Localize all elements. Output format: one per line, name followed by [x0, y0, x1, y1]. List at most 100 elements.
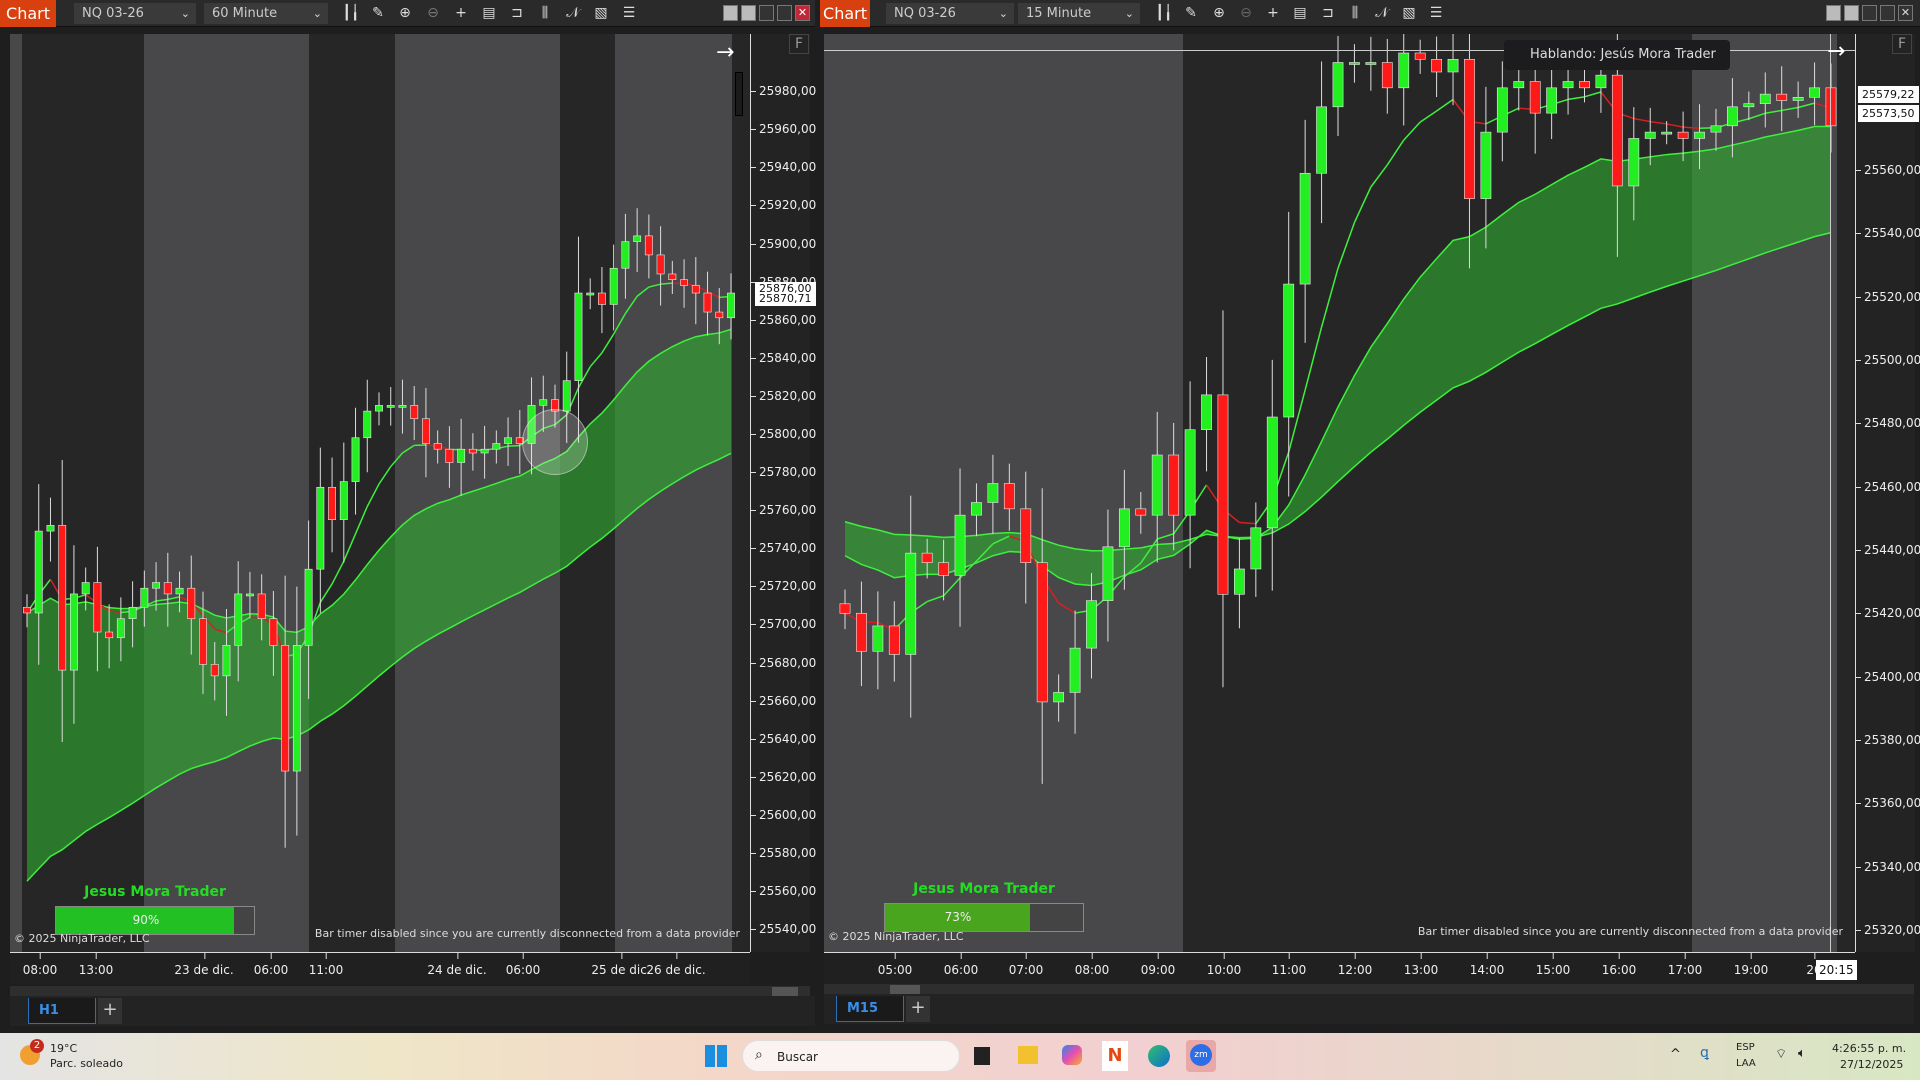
add-tab-button[interactable]: + — [98, 998, 122, 1024]
fit-button[interactable]: F — [1892, 34, 1912, 54]
time-tick-label: 14:00 — [1470, 963, 1505, 977]
link-icon[interactable] — [1844, 5, 1859, 21]
bar-timer-message: Bar timer disabled since you are current… — [1418, 925, 1843, 938]
left-chart-menu-button[interactable]: Chart — [0, 0, 56, 27]
strategies-icon[interactable]: 𝒩 — [562, 3, 584, 24]
pencil-icon[interactable]: ✎ — [367, 3, 389, 24]
link-icon[interactable] — [723, 5, 738, 21]
price-tick-label: 25500,00 — [1864, 353, 1920, 367]
close-button[interactable]: ✕ — [1898, 5, 1913, 21]
windows-start-icon[interactable] — [705, 1045, 727, 1067]
minimize-button[interactable] — [1862, 5, 1877, 21]
ema-fast-segment — [1322, 268, 1338, 327]
time-tick-label: 06:00 — [944, 963, 979, 977]
zoom-app-icon[interactable]: zm — [1186, 1040, 1216, 1072]
maximize-button[interactable] — [1880, 5, 1895, 21]
weather-desc[interactable]: Parc. soleado — [50, 1057, 123, 1070]
candle-down — [856, 613, 866, 651]
pen-icon[interactable]: ꝗ — [1700, 1045, 1709, 1061]
language-2[interactable]: LAA — [1736, 1058, 1756, 1069]
wifi-icon[interactable]: ⌔ — [1775, 1046, 1787, 1062]
right-chart-menu-button[interactable]: Chart — [820, 0, 870, 27]
candle-up — [317, 487, 324, 569]
volume-icon[interactable]: 🔈︎ — [1798, 1046, 1806, 1061]
show-hidden-icons[interactable]: ^ — [1670, 1047, 1681, 1062]
properties-icon[interactable]: ⊐ — [1317, 3, 1339, 24]
left-instrument-select[interactable]: NQ 03-26⌄ — [74, 3, 196, 24]
zoom-in-icon[interactable]: ⊕ — [1208, 3, 1230, 24]
scroll-right-arrow-icon[interactable]: → — [1827, 39, 1845, 64]
strategies-icon[interactable]: 𝒩 — [1371, 3, 1393, 24]
ema-fast-segment — [379, 467, 391, 484]
pencil-icon[interactable]: ✎ — [1180, 3, 1202, 24]
ema-fast-segment — [1338, 223, 1354, 269]
interval-value: 60 Minute — [212, 6, 277, 21]
templates-icon[interactable]: ▧ — [1398, 3, 1420, 24]
fit-button[interactable]: F — [789, 34, 809, 54]
templates-icon[interactable]: ▧ — [590, 3, 612, 24]
file-explorer-icon[interactable] — [1018, 1046, 1038, 1064]
scroll-right-arrow-icon[interactable]: → — [716, 40, 734, 65]
search-placeholder: Buscar — [777, 1050, 818, 1064]
ninjatrader-icon[interactable]: N — [1102, 1041, 1128, 1071]
indicators-icon[interactable]: ⫼ — [1344, 3, 1366, 24]
tab-h1[interactable]: H1 — [28, 998, 96, 1024]
clock-date[interactable]: 27/12/2025 — [1840, 1058, 1903, 1071]
right-price-axis: F 25560,0025540,0025520,0025500,0025480,… — [1855, 34, 1915, 952]
price-tick-label: 25720,00 — [759, 579, 816, 593]
price-tick-label: 25560,00 — [759, 884, 816, 898]
zoom-out-icon[interactable]: ⊖ — [422, 3, 444, 24]
time-tick-label: 23 de dic. — [174, 963, 233, 977]
chevron-down-icon: ⌄ — [1125, 3, 1134, 24]
crosshair-icon[interactable]: + — [1262, 3, 1284, 24]
task-view-icon[interactable] — [974, 1047, 990, 1065]
candle-up — [1448, 59, 1458, 72]
zoom-out-icon[interactable]: ⊖ — [1235, 3, 1257, 24]
close-button[interactable]: ✕ — [795, 5, 810, 21]
clock-time[interactable]: 4:26:55 p. m. — [1832, 1042, 1906, 1055]
search-box[interactable]: ⌕ Buscar — [742, 1040, 960, 1072]
link-icon[interactable] — [1826, 5, 1841, 21]
data-box-icon[interactable]: ▤ — [1289, 3, 1311, 24]
ema-fast-segment — [1371, 165, 1387, 187]
left-interval-select[interactable]: 60 Minute⌄ — [204, 3, 328, 24]
ema-fast-segment — [1305, 327, 1321, 390]
candle-up — [141, 588, 148, 607]
edge-icon[interactable] — [1148, 1045, 1170, 1067]
time-tick-label: 06:00 — [506, 963, 541, 977]
maximize-button[interactable] — [777, 5, 792, 21]
right-interval-select[interactable]: 15 Minute⌄ — [1018, 3, 1140, 24]
bar-type-icon[interactable]: ┃╽ — [1153, 3, 1175, 24]
data-box-icon[interactable]: ▤ — [478, 3, 500, 24]
properties-icon[interactable]: ⊐ — [506, 3, 528, 24]
minimize-button[interactable] — [759, 5, 774, 21]
copilot-icon[interactable] — [1062, 1045, 1082, 1065]
indicators-icon[interactable]: ⫼ — [534, 3, 556, 24]
time-tick-label: 13:00 — [1404, 963, 1439, 977]
candle-up — [633, 236, 640, 242]
zoom-in-icon[interactable]: ⊕ — [394, 3, 416, 24]
candle-up — [727, 293, 734, 318]
tab-m15[interactable]: M15 — [836, 996, 904, 1022]
bar-type-icon[interactable]: ┃╽ — [340, 3, 362, 24]
link-icon[interactable] — [741, 5, 756, 21]
list-icon[interactable]: ☰ — [618, 3, 640, 24]
candle-up — [1629, 138, 1639, 185]
right-price-chart[interactable]: Hablando: Jesús Mora Trader → Jesus Mora… — [824, 34, 1855, 952]
time-tick-label: 17:00 — [1668, 963, 1703, 977]
ema-fast-segment — [1683, 127, 1699, 128]
ema-fast-segment — [332, 561, 344, 584]
crosshair-icon[interactable]: + — [450, 3, 472, 24]
ema-fast-segment — [661, 283, 673, 284]
list-icon[interactable]: ☰ — [1425, 3, 1447, 24]
candle-down — [1464, 59, 1474, 198]
weather-temp[interactable]: 19°C — [50, 1042, 77, 1055]
add-tab-button[interactable]: + — [906, 996, 930, 1022]
candle-up — [1086, 601, 1096, 648]
price-tag: 25573,50 — [1858, 105, 1919, 122]
scroll-thumb-vertical[interactable] — [735, 72, 743, 116]
right-instrument-select[interactable]: NQ 03-26⌄ — [886, 3, 1014, 24]
language-1[interactable]: ESP — [1736, 1042, 1755, 1053]
candle-up — [1152, 455, 1162, 515]
left-price-chart[interactable]: → Jesus Mora Trader 90% © 2025 NinjaTrad… — [10, 34, 750, 952]
